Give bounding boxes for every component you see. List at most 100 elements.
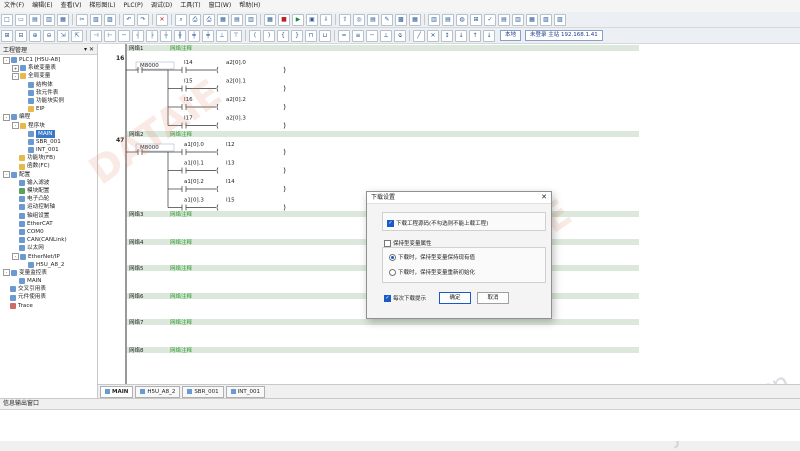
- tree-item[interactable]: INT_001: [0, 146, 97, 154]
- toolbar-tool-icon[interactable]: ▦: [409, 13, 421, 26]
- ladder-tool-icon[interactable]: ╫: [174, 29, 186, 42]
- toolbar-tool-icon[interactable]: ■: [278, 13, 290, 26]
- tree-item[interactable]: Trace: [0, 302, 97, 310]
- tree-item[interactable]: 功能块(FB): [0, 154, 97, 162]
- ladder-tool-icon[interactable]: }: [291, 29, 303, 42]
- toolbar-tool-icon[interactable]: ▨: [104, 13, 116, 26]
- menu-item[interactable]: 梯形图(L): [85, 0, 119, 12]
- menu-item[interactable]: 帮助(H): [235, 0, 264, 12]
- ladder-tool-icon[interactable]: ↓: [483, 29, 495, 42]
- collapse-icon[interactable]: -: [12, 253, 19, 261]
- collapse-icon[interactable]: -: [3, 269, 10, 277]
- toolbar-tool-icon[interactable]: ⊞: [470, 13, 482, 26]
- output-window[interactable]: [0, 409, 800, 441]
- ladder-tool-icon[interactable]: ↓: [455, 29, 467, 42]
- ladder-tool-icon[interactable]: ─: [366, 29, 378, 42]
- toolbar-tool-icon[interactable]: ⌕: [175, 13, 187, 26]
- tree-item[interactable]: CAN(CANLink): [0, 236, 97, 244]
- tree-item[interactable]: 结构体: [0, 81, 97, 89]
- toolbar-tool-icon[interactable]: ⎙: [203, 13, 215, 26]
- ladder-tool-icon[interactable]: ⇲: [57, 29, 69, 42]
- menu-item[interactable]: 编辑(E): [28, 0, 56, 12]
- ladder-tool-icon[interactable]: ═: [338, 29, 350, 42]
- tree-item[interactable]: 电子凸轮: [0, 195, 97, 203]
- ladder-tool-icon[interactable]: {: [277, 29, 289, 42]
- tree-item[interactable]: - 配置: [0, 171, 97, 179]
- tree-item[interactable]: H5U_A8_2: [0, 261, 97, 269]
- tree-item[interactable]: - EtherNet/IP: [0, 253, 97, 261]
- toolbar-tool-icon[interactable]: ▶: [292, 13, 304, 26]
- toolbar-tool-icon[interactable]: ▥: [245, 13, 257, 26]
- collapse-icon[interactable]: -: [3, 171, 10, 179]
- tab-h5u_a8_2[interactable]: H5U_A8_2: [135, 385, 181, 398]
- toolbar-tool-icon[interactable]: ▧: [90, 13, 102, 26]
- ladder-tool-icon[interactable]: ⊥: [216, 29, 228, 42]
- network-header-bar[interactable]: [127, 319, 639, 325]
- toolbar-tool-icon[interactable]: ▥: [428, 13, 440, 26]
- tab-sbr_001[interactable]: SBR_001: [182, 385, 224, 398]
- tree-item[interactable]: 输入滤波: [0, 179, 97, 187]
- toolbar-tool-icon[interactable]: ▤: [442, 13, 454, 26]
- tree-item[interactable]: 运动控制轴: [0, 203, 97, 211]
- toolbar-tool-icon[interactable]: ▥: [43, 13, 55, 26]
- toolbar-tool-icon[interactable]: ↶: [123, 13, 135, 26]
- toolbar-tool-icon[interactable]: ✎: [381, 13, 393, 26]
- ladder-tool-icon[interactable]: ≡: [352, 29, 364, 42]
- collapse-icon[interactable]: -: [12, 72, 19, 80]
- tree-item[interactable]: - 全局变量: [0, 72, 97, 80]
- tree-item[interactable]: 轴组设置: [0, 212, 97, 220]
- radio-keep-values[interactable]: 下载时，保持型变量保持现有值: [389, 253, 475, 261]
- toolbar-tool-icon[interactable]: ▦: [57, 13, 69, 26]
- network-header-bar[interactable]: [127, 131, 639, 137]
- collapse-icon[interactable]: -: [3, 56, 10, 64]
- toolbar-tool-icon[interactable]: ◍: [456, 13, 468, 26]
- menu-item[interactable]: 窗口(W): [205, 0, 236, 12]
- ladder-tool-icon[interactable]: ✕: [427, 29, 439, 42]
- ladder-tool-icon[interactable]: ⊟: [15, 29, 27, 42]
- tree-item[interactable]: SBR_001: [0, 138, 97, 146]
- local-button[interactable]: 本地: [500, 30, 522, 41]
- radio-reinit-values[interactable]: 下载时，保持型变量重新初始化: [389, 268, 475, 276]
- ladder-tool-icon[interactable]: ├: [146, 29, 158, 42]
- ladder-tool-icon[interactable]: ╱: [413, 29, 425, 42]
- toolbar-tool-icon[interactable]: ✕: [156, 13, 168, 26]
- ladder-tool-icon[interactable]: ↑: [469, 29, 481, 42]
- toolbar-tool-icon[interactable]: ⎙: [189, 13, 201, 26]
- collapse-icon[interactable]: -: [12, 122, 19, 130]
- menu-item[interactable]: 工具(T): [176, 0, 204, 12]
- toolbar-tool-icon[interactable]: □: [1, 13, 13, 26]
- ladder-tool-icon[interactable]: ⊣: [90, 29, 102, 42]
- ladder-tool-icon[interactable]: ╪: [202, 29, 214, 42]
- tree-item[interactable]: 以太网: [0, 244, 97, 252]
- ladder-tool-icon[interactable]: ╪: [188, 29, 200, 42]
- ladder-tool-icon[interactable]: ⊖: [43, 29, 55, 42]
- network-header-bar[interactable]: [127, 45, 639, 51]
- toolbar-tool-icon[interactable]: ◎: [353, 13, 365, 26]
- tree-item[interactable]: COM0: [0, 228, 97, 236]
- tree-item[interactable]: + 系统变量表: [0, 64, 97, 72]
- tree-item[interactable]: EIP: [0, 105, 97, 113]
- tree-item[interactable]: 交叉引用表: [0, 285, 97, 293]
- download-source-checkbox[interactable]: ✓ 下载工程源码(不勾选则不能上载工程): [387, 219, 488, 227]
- expand-icon[interactable]: +: [12, 64, 19, 72]
- tree-item[interactable]: 模块配置: [0, 187, 97, 195]
- toolbar-tool-icon[interactable]: ▥: [512, 13, 524, 26]
- toolbar-tool-icon[interactable]: ▦: [217, 13, 229, 26]
- toolbar-tool-icon[interactable]: ▦: [264, 13, 276, 26]
- dialog-close-icon[interactable]: ✕: [541, 192, 547, 203]
- tree-item[interactable]: - 变量监控表: [0, 269, 97, 277]
- collapse-icon[interactable]: -: [3, 113, 10, 121]
- ladder-tool-icon[interactable]: ↕: [441, 29, 453, 42]
- menu-item[interactable]: PLC(P): [119, 0, 146, 12]
- remind-each-download-checkbox[interactable]: ✓ 每次下载提示: [384, 294, 426, 302]
- ladder-tool-icon[interactable]: ): [263, 29, 275, 42]
- panel-pin-close-icon[interactable]: ▾ ✕: [84, 46, 94, 53]
- tree-item[interactable]: 元件使用表: [0, 293, 97, 301]
- ladder-tool-icon[interactable]: ⊓: [305, 29, 317, 42]
- tree-item[interactable]: 功能块实例: [0, 97, 97, 105]
- tree-item[interactable]: - PLC1 [H5U-A8]: [0, 56, 97, 64]
- ok-button[interactable]: 确定: [439, 292, 471, 304]
- cancel-button[interactable]: 取消: [477, 292, 509, 304]
- ladder-tool-icon[interactable]: ┤: [132, 29, 144, 42]
- toolbar-tool-icon[interactable]: ▭: [15, 13, 27, 26]
